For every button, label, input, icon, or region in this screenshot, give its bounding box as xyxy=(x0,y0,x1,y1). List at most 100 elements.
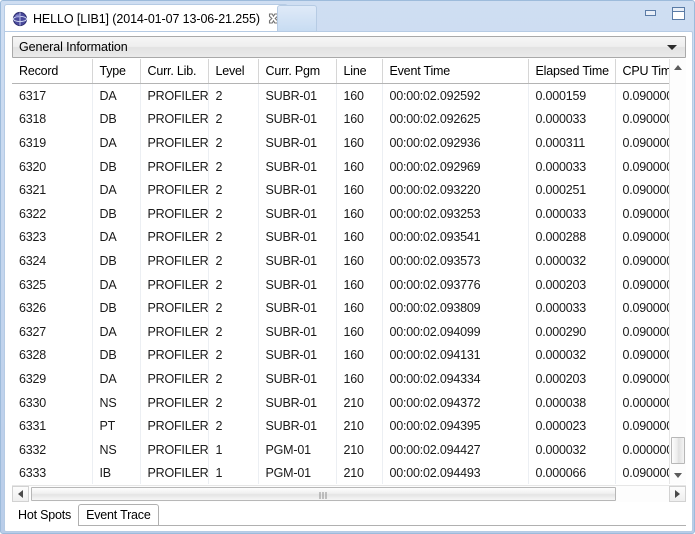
cell-curr-lib: PROFILER xyxy=(140,367,209,391)
table-row[interactable]: 6317 DA PROFILER 2 SUBR-01 160 00:00:02.092592… xyxy=(12,83,669,108)
table-row[interactable]: 6331 PT PROFILER 2 SUBR-01 210 00:00:02.094395… xyxy=(12,414,669,438)
cell-event-time: 00:00:02.093776 xyxy=(382,272,529,297)
cell-level: 2 xyxy=(208,225,259,250)
cell-curr-pgm: PGM-01 xyxy=(258,437,337,462)
cell-type: IB xyxy=(92,461,141,484)
table-row[interactable]: 6322 DB PROFILER 2 SUBR-01 160 00:00:02.093253… xyxy=(12,201,669,226)
cell-type: DA xyxy=(92,225,141,250)
column-header-record[interactable]: Record xyxy=(12,59,93,84)
cell-curr-lib: PROFILER xyxy=(140,131,209,155)
cell-cpu-time: 0.090000 xyxy=(615,201,669,226)
cell-line: 160 xyxy=(336,178,383,202)
table-row[interactable]: 6323 DA PROFILER 2 SUBR-01 160 00:00:02.093541… xyxy=(12,225,669,250)
cell-cpu-time: 0.090000 xyxy=(615,272,669,297)
cell-curr-pgm: SUBR-01 xyxy=(258,390,337,415)
cell-curr-lib: PROFILER xyxy=(140,83,209,108)
column-header-curr-lib[interactable]: Curr. Lib. xyxy=(140,59,209,84)
triangle-up-icon[interactable] xyxy=(670,59,686,76)
column-header-line[interactable]: Line xyxy=(336,59,383,84)
cell-type: DB xyxy=(92,296,141,320)
cell-curr-lib: PROFILER xyxy=(140,390,209,415)
table-row[interactable]: 6332 NS PROFILER 1 PGM-01 210 00:00:02.094427 0… xyxy=(12,437,669,462)
cell-level: 2 xyxy=(208,131,259,155)
vertical-scrollbar[interactable] xyxy=(669,59,686,484)
table-row[interactable]: 6330 NS PROFILER 2 SUBR-01 210 00:00:02.094372… xyxy=(12,390,669,415)
cell-curr-pgm: SUBR-01 xyxy=(258,272,337,297)
column-header-curr-pgm[interactable]: Curr. Pgm xyxy=(258,59,337,84)
table-row[interactable]: 6320 DB PROFILER 2 SUBR-01 160 00:00:02.092969… xyxy=(12,154,669,179)
cell-cpu-time: 0.090000 xyxy=(615,131,669,155)
window-titlebar: HELLO [LIB1] (2014-01-07 13-06-21.255) xyxy=(1,1,694,32)
profiler-window: HELLO [LIB1] (2014-01-07 13-06-21.255) G… xyxy=(0,0,695,534)
cell-curr-lib: PROFILER xyxy=(140,319,209,344)
triangle-right-icon[interactable] xyxy=(669,486,686,502)
cell-curr-pgm: SUBR-01 xyxy=(258,154,337,179)
cell-event-time: 00:00:02.094334 xyxy=(382,367,529,391)
event-trace-table-area: Record Type Curr. Lib. Level Curr. Pgm L… xyxy=(12,59,686,502)
cell-level: 2 xyxy=(208,154,259,179)
document-tab[interactable]: HELLO [LIB1] (2014-01-07 13-06-21.255) xyxy=(4,4,288,32)
table-row[interactable]: 6328 DB PROFILER 2 SUBR-01 160 00:00:02.094131… xyxy=(12,343,669,368)
table-row[interactable]: 6321 DA PROFILER 2 SUBR-01 160 00:00:02.093220… xyxy=(12,178,669,202)
cell-cpu-time: 0.000000 xyxy=(615,390,669,415)
horizontal-scrollbar-thumb[interactable] xyxy=(31,487,616,501)
cell-curr-lib: PROFILER xyxy=(140,201,209,226)
tab-hot-spots[interactable]: Hot Spots xyxy=(12,504,79,526)
cell-line: 160 xyxy=(336,343,383,368)
cell-curr-pgm: SUBR-01 xyxy=(258,343,337,368)
cell-line: 160 xyxy=(336,272,383,297)
table-row[interactable]: 6319 DA PROFILER 2 SUBR-01 160 00:00:02.092936… xyxy=(12,131,669,155)
cell-type: DA xyxy=(92,319,141,344)
tab-strip-filler-bottom xyxy=(158,524,686,526)
cell-level: 2 xyxy=(208,414,259,438)
view-selector[interactable]: General Information xyxy=(12,36,686,58)
cell-level: 2 xyxy=(208,107,259,132)
cell-curr-lib: PROFILER xyxy=(140,225,209,250)
triangle-down-icon[interactable] xyxy=(670,467,686,484)
cell-line: 160 xyxy=(336,154,383,179)
table-row[interactable]: 6326 DB PROFILER 2 SUBR-01 160 00:00:02.093809… xyxy=(12,296,669,320)
cell-elapsed-time: 0.000023 xyxy=(528,414,616,438)
column-header-elapsed-time[interactable]: Elapsed Time xyxy=(528,59,616,84)
chevron-down-icon[interactable] xyxy=(667,45,677,50)
cell-line: 210 xyxy=(336,390,383,415)
cell-record: 6333 xyxy=(12,461,93,484)
maximize-icon[interactable] xyxy=(670,7,686,21)
table-row[interactable]: 6327 DA PROFILER 2 SUBR-01 160 00:00:02.094099… xyxy=(12,319,669,344)
cell-line: 210 xyxy=(336,414,383,438)
cell-record: 6318 xyxy=(12,107,93,132)
cell-level: 2 xyxy=(208,83,259,108)
cell-type: DA xyxy=(92,178,141,202)
table-row[interactable]: 6324 DB PROFILER 2 SUBR-01 160 00:00:02.093573… xyxy=(12,249,669,273)
cell-level: 1 xyxy=(208,437,259,462)
tab-event-trace[interactable]: Event Trace xyxy=(78,504,159,526)
tab-strip-filler xyxy=(277,5,317,31)
cell-type: DB xyxy=(92,343,141,368)
cell-type: NS xyxy=(92,390,141,415)
cell-type: PT xyxy=(92,414,141,438)
cell-type: DB xyxy=(92,154,141,179)
column-header-level[interactable]: Level xyxy=(208,59,259,84)
cell-record: 6327 xyxy=(12,319,93,344)
cell-level: 2 xyxy=(208,390,259,415)
table-row[interactable]: 6329 DA PROFILER 2 SUBR-01 160 00:00:02.094334… xyxy=(12,367,669,391)
cell-elapsed-time: 0.000033 xyxy=(528,107,616,132)
horizontal-scrollbar[interactable] xyxy=(12,485,686,502)
triangle-left-icon[interactable] xyxy=(12,486,29,502)
table-row[interactable]: 6325 DA PROFILER 2 SUBR-01 160 00:00:02.093776… xyxy=(12,272,669,297)
column-header-event-time[interactable]: Event Time xyxy=(382,59,529,84)
cell-record: 6324 xyxy=(12,249,93,273)
cell-event-time: 00:00:02.094131 xyxy=(382,343,529,368)
cell-curr-pgm: SUBR-01 xyxy=(258,367,337,391)
column-header-cpu-time[interactable]: CPU Time xyxy=(615,59,669,84)
table-row[interactable]: 6318 DB PROFILER 2 SUBR-01 160 00:00:02.092625… xyxy=(12,107,669,132)
table-row[interactable]: 6333 IB PROFILER 1 PGM-01 210 00:00:02.094493 0… xyxy=(12,461,669,484)
cell-level: 2 xyxy=(208,201,259,226)
column-header-type[interactable]: Type xyxy=(92,59,141,84)
cell-event-time: 00:00:02.092592 xyxy=(382,83,529,108)
minimize-icon[interactable] xyxy=(643,7,659,21)
cell-elapsed-time: 0.000251 xyxy=(528,178,616,202)
vertical-scrollbar-thumb[interactable] xyxy=(671,437,685,464)
cell-level: 2 xyxy=(208,178,259,202)
view-selector-box[interactable]: General Information xyxy=(12,36,686,58)
